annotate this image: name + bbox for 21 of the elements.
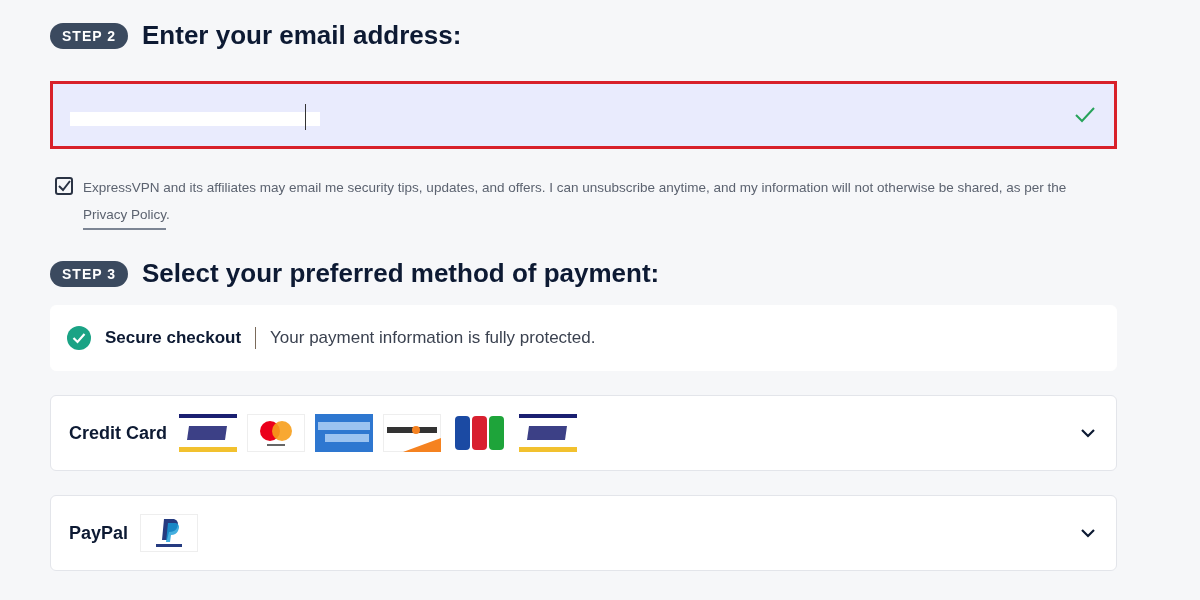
check-circle-icon <box>67 326 91 350</box>
text-cursor <box>305 104 306 130</box>
email-field[interactable] <box>50 81 1117 149</box>
payment-method-row[interactable]: PayPal <box>50 495 1117 571</box>
step-badge: STEP 3 <box>50 260 128 287</box>
card-logo-icon <box>519 414 577 452</box>
payment-method-label: PayPal <box>69 522 129 544</box>
consent-text: ExpressVPN and its affiliates may email me security tips, updates, and offers. I can unsubscribe anytime, and my information will not otherwise be shared, as per the Privacy Policy. <box>83 174 1117 228</box>
card-logo-icon <box>179 414 237 452</box>
card-logo-icon <box>315 414 373 452</box>
payment-method-row[interactable]: Credit Card <box>50 395 1117 471</box>
card-logo-icon <box>383 414 441 452</box>
card-logo-icon <box>140 514 199 552</box>
secure-checkout-title: Secure checkout <box>105 328 242 348</box>
section-heading: Select your preferred method of payment: <box>142 258 660 289</box>
card-logo-icon <box>247 414 305 452</box>
secure-checkout-text: Your payment information is fully protected. <box>270 328 596 348</box>
consent-checkbox[interactable] <box>55 177 73 195</box>
step-badge: STEP 2 <box>50 22 128 49</box>
section-heading: Enter your email address: <box>142 20 462 51</box>
payment-method-label: Credit Card <box>69 422 167 444</box>
